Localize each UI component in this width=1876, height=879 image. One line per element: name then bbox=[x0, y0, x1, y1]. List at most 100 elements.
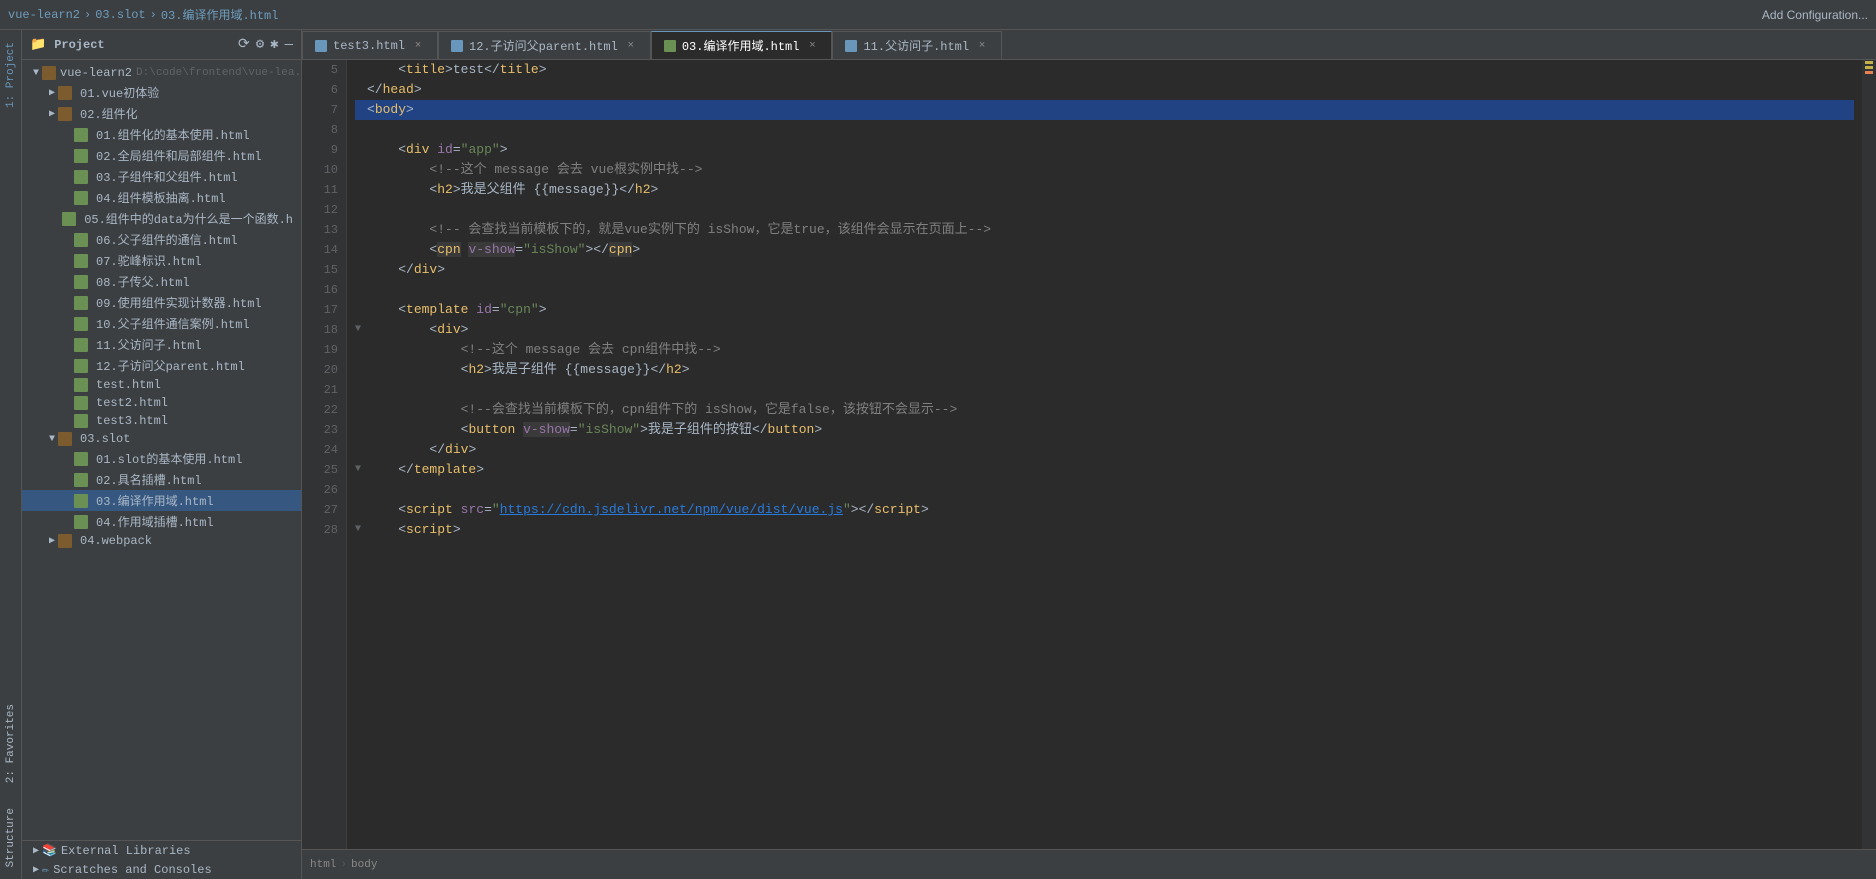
file-icon bbox=[74, 191, 88, 205]
breadcrumb-part-2: 03.slot bbox=[95, 8, 145, 22]
tab-icon-03compile bbox=[664, 40, 676, 52]
collapse-icon[interactable]: — bbox=[285, 37, 293, 53]
ext-label: External Libraries bbox=[61, 844, 191, 858]
tree-item-label: 11.父访问子.html bbox=[96, 336, 202, 353]
tree-item[interactable]: 02.具名插槽.html bbox=[22, 469, 301, 490]
project-tab[interactable]: 1: Project bbox=[1, 30, 21, 120]
tab-12child[interactable]: 12.子访问父parent.html × bbox=[438, 31, 651, 59]
tree-item[interactable]: 04.作用域插槽.html bbox=[22, 511, 301, 532]
sidebar-bottom: ▶ 📚 External Libraries ▶ ✏ Scratches and… bbox=[22, 840, 301, 879]
scratch-icon: ✏ bbox=[42, 862, 49, 877]
sidebar-toolbar: 📁 Project ⟳ ⚙ ✱ — bbox=[22, 30, 301, 60]
main-layout: 1: Project 2: Favorites Structure 📁 Proj… bbox=[0, 30, 1876, 879]
tree-item[interactable]: ▶ 01.vue初体验 bbox=[22, 82, 301, 103]
tree-item[interactable]: 04.组件模板抽离.html bbox=[22, 187, 301, 208]
add-configuration-button[interactable]: Add Configuration... bbox=[1762, 8, 1868, 22]
tree-item[interactable]: test2.html bbox=[22, 394, 301, 412]
tree-item-label: test.html bbox=[96, 378, 161, 392]
breadcrumb: vue-learn2 › 03.slot › 03.编译作用域.html bbox=[8, 6, 278, 23]
code-text: <!-- 会查找当前模板下的，就是vue实例下的 isShow，它是true，该… bbox=[367, 220, 991, 240]
code-text: <div id="app"> bbox=[367, 140, 508, 160]
file-icon bbox=[74, 128, 88, 142]
code-text: </div> bbox=[367, 440, 476, 460]
tree-item[interactable]: 09.使用组件实现计数器.html bbox=[22, 292, 301, 313]
fold-marker bbox=[355, 400, 367, 420]
fold-marker bbox=[355, 420, 367, 440]
ext-icon: 📚 bbox=[42, 843, 57, 858]
tab-label-11father: 11.父访问子.html bbox=[863, 37, 969, 54]
file-icon bbox=[74, 317, 88, 331]
tree-item-label: test2.html bbox=[96, 396, 168, 410]
tree-item[interactable]: 01.组件化的基本使用.html bbox=[22, 124, 301, 145]
code-text: <script src="https://cdn.jsdelivr.net/np… bbox=[367, 500, 929, 520]
structure-tab[interactable]: Structure bbox=[1, 796, 21, 879]
folder-arrow: ▶ bbox=[46, 87, 58, 99]
tree-item-label: 01.vue初体验 bbox=[80, 84, 159, 101]
tab-close-12child[interactable]: × bbox=[624, 39, 638, 53]
tree-item[interactable]: 10.父子组件通信案例.html bbox=[22, 313, 301, 334]
file-icon bbox=[74, 296, 88, 310]
tree-item[interactable]: 03.子组件和父组件.html bbox=[22, 166, 301, 187]
tab-test3[interactable]: test3.html × bbox=[302, 31, 438, 59]
tab-icon-11father bbox=[845, 40, 857, 52]
code-editor[interactable]: <title>test</title> </head> <body> <div … bbox=[347, 60, 1862, 849]
code-line: <div id="app"> bbox=[355, 140, 1854, 160]
tree-item[interactable]: ▶04.webpack bbox=[22, 532, 301, 550]
folder-icon bbox=[58, 86, 72, 100]
tab-close-test3[interactable]: × bbox=[411, 39, 425, 53]
tab-03compile[interactable]: 03.编译作用域.html × bbox=[651, 31, 833, 59]
file-icon bbox=[62, 212, 76, 226]
code-line: </div> bbox=[355, 440, 1854, 460]
tree-item[interactable]: 02.全局组件和局部组件.html bbox=[22, 145, 301, 166]
code-line: <button v-show="isShow">我是子组件的按钮</button… bbox=[355, 420, 1854, 440]
scratch-arrow: ▶ bbox=[30, 864, 42, 876]
fold-marker: ▼ bbox=[355, 320, 367, 340]
sync-icon[interactable]: ⟳ bbox=[238, 36, 250, 53]
file-icon bbox=[74, 396, 88, 410]
tree-item[interactable]: 12.子访问父parent.html bbox=[22, 355, 301, 376]
favorites-tab[interactable]: 2: Favorites bbox=[1, 692, 21, 795]
tree-item[interactable]: test.html bbox=[22, 376, 301, 394]
tree-item[interactable]: 08.子传父.html bbox=[22, 271, 301, 292]
folder-icon bbox=[58, 107, 72, 121]
gear-icon[interactable]: ⚙ bbox=[256, 36, 264, 53]
scratches-item[interactable]: ▶ ✏ Scratches and Consoles bbox=[22, 860, 301, 879]
tree-root[interactable]: ▼ vue-learn2 D:\code\frontend\vue-lea... bbox=[22, 64, 301, 82]
fold-marker bbox=[355, 480, 367, 500]
tree-item[interactable]: 07.驼峰标识.html bbox=[22, 250, 301, 271]
tree-item[interactable]: 01.slot的基本使用.html bbox=[22, 448, 301, 469]
breadcrumb-part-3: 03.编译作用域.html bbox=[161, 6, 279, 23]
tree-item[interactable]: ▼03.slot bbox=[22, 430, 301, 448]
code-line: <title>test</title> bbox=[355, 60, 1854, 80]
tree-item[interactable]: 05.组件中的data为什么是一个函数.h bbox=[22, 208, 301, 229]
fold-marker bbox=[355, 440, 367, 460]
fold-marker bbox=[355, 280, 367, 300]
settings-icon[interactable]: ✱ bbox=[270, 36, 278, 53]
file-icon bbox=[74, 233, 88, 247]
fold-marker bbox=[355, 80, 367, 100]
editor: test3.html × 12.子访问父parent.html × 03.编译作… bbox=[302, 30, 1876, 879]
tab-close-03compile[interactable]: × bbox=[805, 39, 819, 53]
tab-11father[interactable]: 11.父访问子.html × bbox=[832, 31, 1002, 59]
code-text: <!--这个 message 会去 cpn组件中找--> bbox=[367, 340, 721, 360]
root-label: vue-learn2 bbox=[60, 66, 132, 80]
tree-item[interactable]: 03.编译作用域.html bbox=[22, 490, 301, 511]
tree-item[interactable]: test3.html bbox=[22, 412, 301, 430]
tree-item[interactable]: ▶02.组件化 bbox=[22, 103, 301, 124]
bottom-breadcrumb: html › body bbox=[310, 859, 377, 871]
tree-item-label: 03.编译作用域.html bbox=[96, 492, 214, 509]
tree-item[interactable]: 06.父子组件的通信.html bbox=[22, 229, 301, 250]
code-line: <!--会查找当前模板下的，cpn组件下的 isShow，它是false，该按钮… bbox=[355, 400, 1854, 420]
external-libraries-item[interactable]: ▶ 📚 External Libraries bbox=[22, 841, 301, 860]
sidebar-icons: ⟳ ⚙ ✱ — bbox=[238, 36, 293, 53]
tab-label-03compile: 03.编译作用域.html bbox=[682, 37, 800, 54]
code-text: </div> bbox=[367, 260, 445, 280]
tree-item[interactable]: 11.父访问子.html bbox=[22, 334, 301, 355]
code-line: <cpn v-show="isShow"></cpn> bbox=[355, 240, 1854, 260]
tree-item-label: 02.全局组件和局部组件.html bbox=[96, 147, 262, 164]
tab-close-11father[interactable]: × bbox=[975, 39, 989, 53]
folder-arrow: ▶ bbox=[46, 535, 58, 547]
fold-marker bbox=[355, 160, 367, 180]
project-tree: ▼ vue-learn2 D:\code\frontend\vue-lea...… bbox=[22, 60, 301, 840]
tree-item-label: 06.父子组件的通信.html bbox=[96, 231, 238, 248]
